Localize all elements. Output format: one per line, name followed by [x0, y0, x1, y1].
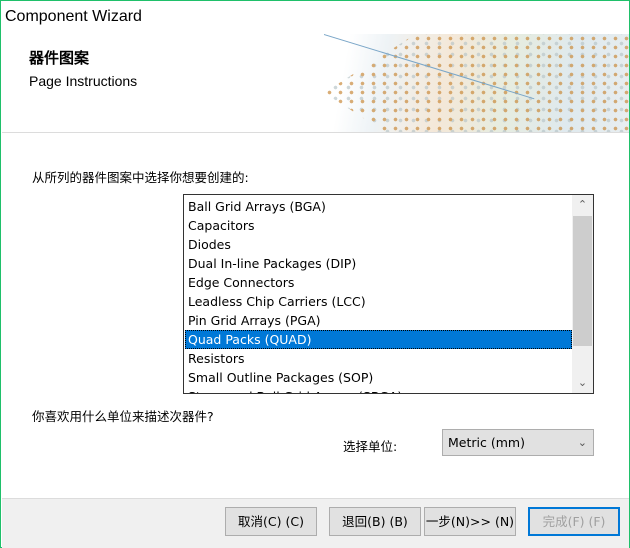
pattern-list-item[interactable]: Small Outline Packages (SOP) [185, 368, 572, 387]
pattern-list-item[interactable]: Pin Grid Arrays (PGA) [185, 311, 572, 330]
pattern-list-item[interactable]: Quad Packs (QUAD) [185, 330, 572, 349]
pcb-banner-image [324, 34, 629, 132]
pattern-list-item[interactable]: Dual In-line Packages (DIP) [185, 254, 572, 273]
wizard-window: Component Wizard 器件图案 Page Instructions … [0, 0, 630, 548]
back-button[interactable]: 退回(B) (B) [329, 507, 421, 536]
units-select[interactable]: Metric (mm) ⌄ [442, 429, 594, 456]
units-label: 选择单位: [343, 439, 398, 454]
pattern-list-item[interactable]: Capacitors [185, 216, 572, 235]
units-value: Metric (mm) [448, 435, 525, 450]
pattern-list-item[interactable]: Edge Connectors [185, 273, 572, 292]
window-title: Component Wizard [5, 8, 142, 25]
units-prompt: 你喜欢用什么单位来描述次器件? [32, 409, 214, 424]
cancel-button[interactable]: 取消(C) (C) [225, 507, 317, 536]
pattern-list-item[interactable]: Staggered Ball Grid Arrays (SBGA) [185, 387, 572, 393]
page-header: 器件图案 Page Instructions [2, 34, 629, 133]
scroll-up-icon[interactable]: ⌃ [572, 195, 593, 215]
pattern-list-item[interactable]: Diodes [185, 235, 572, 254]
listbox-scrollbar[interactable]: ⌃ ⌄ [572, 195, 593, 393]
next-button[interactable]: 一步(N)>> (N) [424, 507, 516, 536]
pattern-prompt: 从所列的器件图案中选择你想要创建的: [32, 170, 249, 185]
page-subtitle: Page Instructions [29, 73, 138, 89]
pattern-list-item[interactable]: Ball Grid Arrays (BGA) [185, 197, 572, 216]
pattern-list-item[interactable]: Resistors [185, 349, 572, 368]
scroll-down-icon[interactable]: ⌄ [572, 373, 593, 393]
pattern-list-item[interactable]: Leadless Chip Carriers (LCC) [185, 292, 572, 311]
pattern-listbox[interactable]: Staggered Ball Grid Arrays (SBGA)Small O… [183, 194, 594, 394]
finish-button[interactable]: 完成(F) (F) [528, 507, 620, 536]
scrollbar-thumb[interactable] [573, 216, 592, 346]
chevron-down-icon: ⌄ [577, 436, 587, 449]
page-title: 器件图案 [29, 49, 90, 67]
